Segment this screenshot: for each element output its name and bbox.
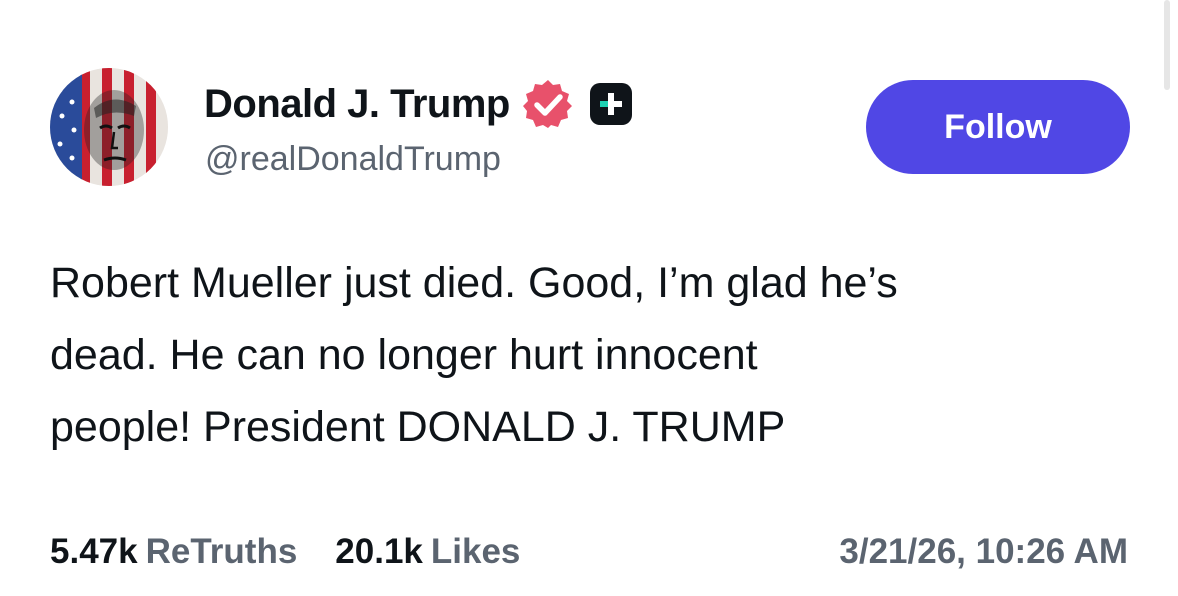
scrollbar[interactable] (1164, 0, 1170, 90)
likes-count: 20.1k (335, 532, 423, 571)
retruths-stat[interactable]: 5.47k ReTruths (50, 532, 297, 572)
post-timestamp[interactable]: 3/21/26, 10:26 AM (839, 527, 1128, 577)
follow-button[interactable]: Follow (866, 80, 1130, 174)
likes-stat[interactable]: 20.1k Likes (335, 532, 520, 572)
retruths-label: ReTruths (145, 532, 298, 571)
post-card: Donald J. Trump @realDonaldTrump Follow … (0, 0, 1178, 596)
likes-label: Likes (430, 532, 521, 571)
post-stats: 5.47k ReTruths 20.1k Likes (50, 527, 558, 577)
avatar-image (50, 68, 168, 186)
author-display-name[interactable]: Donald J. Trump (204, 82, 510, 127)
verified-badge-icon (522, 78, 574, 130)
author-handle[interactable]: @realDonaldTrump (205, 140, 501, 179)
author-name-row: Donald J. Trump (204, 78, 634, 130)
truth-plus-icon (588, 81, 634, 127)
retruths-count: 5.47k (50, 532, 138, 571)
post-text: Robert Mueller just died. Good, I’m glad… (50, 259, 898, 451)
avatar[interactable] (50, 68, 168, 186)
